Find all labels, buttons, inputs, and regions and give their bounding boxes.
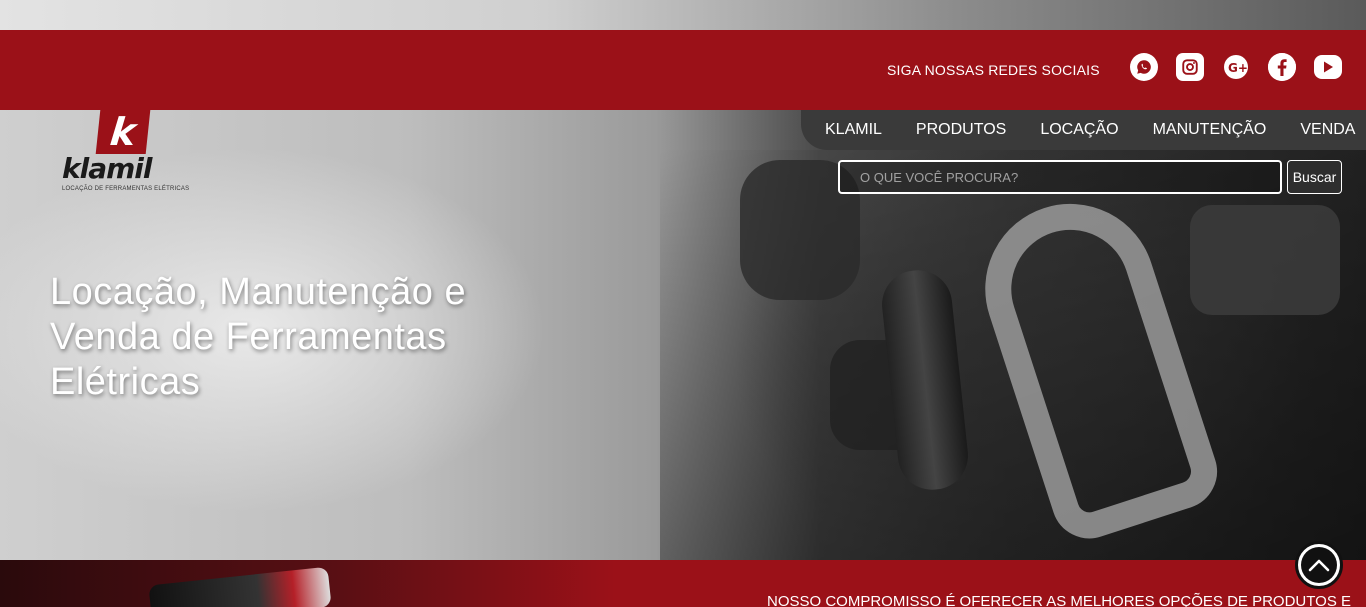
- search-input[interactable]: [838, 160, 1282, 194]
- nav-item-produtos[interactable]: PRODUTOS: [916, 121, 1006, 139]
- svg-text:G+: G+: [1228, 61, 1248, 75]
- tool-image: [1190, 205, 1340, 315]
- nav-item-klamil[interactable]: KLAMIL: [825, 121, 882, 139]
- back-to-top-button[interactable]: [1295, 541, 1343, 589]
- social-label: SIGA NOSSAS REDES SOCIAIS: [887, 62, 1100, 78]
- social-icons: G+: [1130, 53, 1342, 81]
- top-strip: [0, 0, 1366, 30]
- logo[interactable]: k klamil LOCAÇÃO DE FERRAMENTAS ELÉTRICA…: [60, 110, 190, 200]
- youtube-icon[interactable]: [1314, 55, 1342, 79]
- hero-headline: Locação, Manutenção e Venda de Ferrament…: [50, 271, 467, 403]
- chevron-up-icon: [1301, 547, 1337, 583]
- logo-tagline: LOCAÇÃO DE FERRAMENTAS ELÉTRICAS: [62, 186, 190, 192]
- promo-text: NOSSO COMPROMISSO É OFERECER AS MELHORES…: [767, 593, 1351, 607]
- whatsapp-icon[interactable]: [1130, 53, 1158, 81]
- nav-item-manutencao[interactable]: MANUTENÇÃO: [1153, 121, 1267, 139]
- nav-item-locacao[interactable]: LOCAÇÃO: [1040, 121, 1118, 139]
- facebook-icon[interactable]: [1268, 53, 1296, 81]
- instagram-icon[interactable]: [1176, 53, 1204, 81]
- google-plus-icon[interactable]: G+: [1222, 53, 1250, 81]
- nav-item-venda[interactable]: VENDA: [1300, 121, 1355, 139]
- main-nav: KLAMIL PRODUTOS LOCAÇÃO MANUTENÇÃO VENDA: [801, 110, 1366, 150]
- search-button[interactable]: Buscar: [1287, 160, 1342, 194]
- logo-wordmark: klamil: [62, 152, 152, 185]
- logo-mark: k: [95, 110, 151, 154]
